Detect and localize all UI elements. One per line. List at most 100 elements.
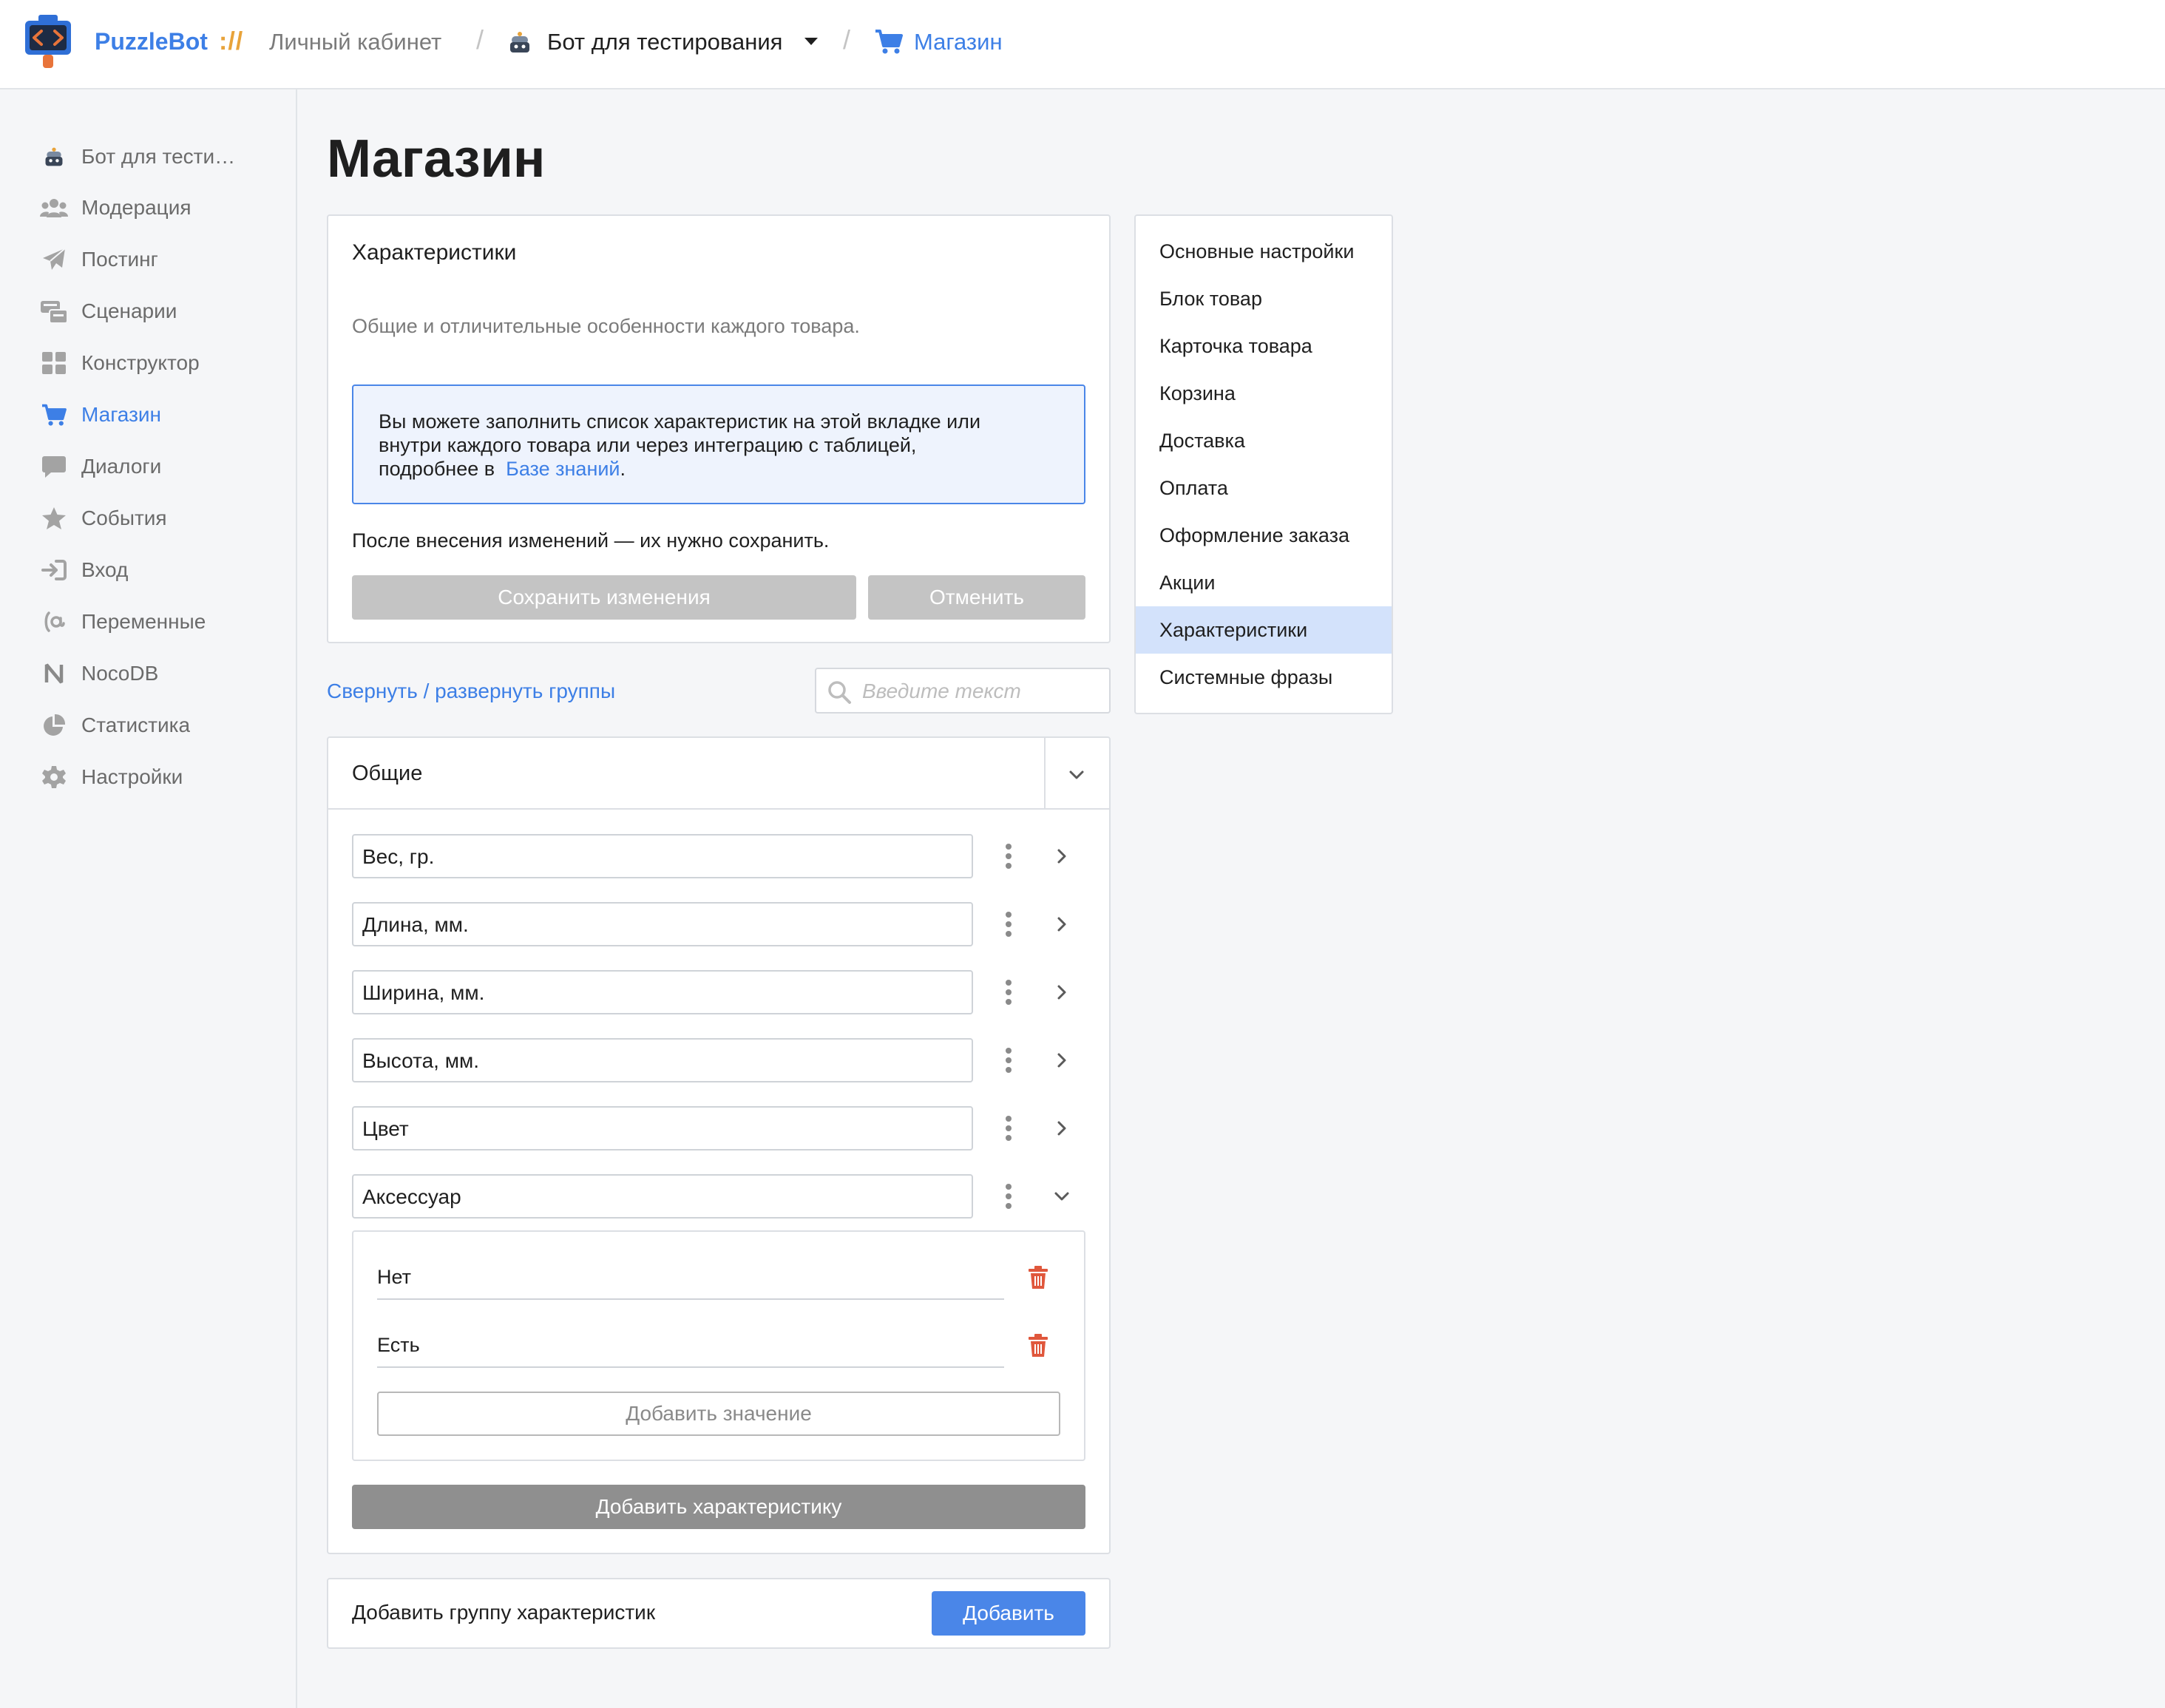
characteristic-name-input[interactable]	[362, 1115, 961, 1143]
scenario-icon	[40, 299, 68, 324]
sidebar-item-nocodb[interactable]: NocoDB	[40, 656, 291, 691]
info-alert: Вы можете заполнить список характеристик…	[352, 384, 1085, 504]
breadcrumb-shop[interactable]: Магазин	[914, 27, 1003, 57]
expand-chevron-icon[interactable]	[1053, 915, 1071, 933]
info-text-line: внутри каждого товара или через интеграц…	[379, 434, 917, 456]
gear-icon	[40, 765, 68, 790]
characteristic-name-input[interactable]	[362, 1047, 961, 1075]
users-icon	[40, 195, 68, 220]
sidebar-item-posting[interactable]: Постинг	[40, 242, 291, 277]
trash-icon[interactable]	[1028, 1266, 1048, 1290]
sidebar-item-shop[interactable]: Магазин	[40, 397, 291, 433]
sidebar-item-label: Статистика	[81, 714, 191, 736]
sidebar-item-label: Сценарии	[81, 299, 177, 322]
group-name[interactable]: Общие	[352, 760, 422, 787]
characteristic-name-input[interactable]	[362, 843, 961, 871]
settings-nav-item-cart[interactable]: Корзина	[1136, 370, 1392, 417]
sidebar-item-label: События	[81, 506, 167, 529]
breadcrumb-bot-selector[interactable]: Бот для тестирования	[547, 27, 782, 57]
sidebar	[0, 89, 297, 1708]
sidebar-item-label: Настройки	[81, 765, 183, 788]
brand-name[interactable]: PuzzleBot	[95, 27, 208, 56]
settings-nav-item-promotions[interactable]: Акции	[1136, 559, 1392, 606]
star-icon	[40, 506, 68, 531]
characteristic-field[interactable]	[352, 1106, 973, 1150]
settings-nav-item-main[interactable]: Основные настройки	[1136, 228, 1392, 275]
sidebar-item-statistics[interactable]: Статистика	[40, 708, 291, 743]
add-value-button[interactable]: Добавить значение	[377, 1392, 1060, 1436]
sidebar-item-label: Вход	[81, 558, 129, 581]
sidebar-item-dialogs[interactable]: Диалоги	[40, 449, 291, 484]
group-collapse-chevron-icon[interactable]	[1068, 766, 1085, 784]
sidebar-item-label: Переменные	[81, 610, 206, 633]
sidebar-item-label: Бот для тести…	[81, 145, 236, 168]
sidebar-item-login[interactable]: Вход	[40, 552, 291, 588]
add-group-button[interactable]: Добавить	[932, 1591, 1085, 1636]
add-characteristic-button[interactable]: Добавить характеристику	[352, 1485, 1085, 1529]
characteristic-field[interactable]	[352, 834, 973, 878]
sidebar-item-bot[interactable]: Бот для тести…	[40, 139, 291, 174]
expand-chevron-icon[interactable]	[1053, 847, 1071, 865]
more-options-icon[interactable]	[1003, 1183, 1014, 1210]
more-options-icon[interactable]	[1003, 911, 1014, 938]
settings-nav-item-system-phrases[interactable]: Системные фразы	[1136, 654, 1392, 701]
knowledge-base-link[interactable]: Базе знаний	[506, 458, 620, 480]
settings-nav-item-product-card[interactable]: Карточка товара	[1136, 322, 1392, 370]
characteristic-field[interactable]	[352, 1038, 973, 1082]
collapse-chevron-icon[interactable]	[1053, 1187, 1071, 1205]
sidebar-item-moderation[interactable]: Модерация	[40, 190, 291, 226]
cancel-button[interactable]: Отменить	[868, 575, 1085, 620]
characteristic-field[interactable]	[352, 970, 973, 1014]
value-row[interactable]	[377, 1255, 1004, 1300]
page-title: Магазин	[327, 129, 546, 189]
expand-chevron-icon[interactable]	[1053, 1119, 1071, 1137]
search-field[interactable]	[815, 668, 1111, 714]
trash-icon[interactable]	[1028, 1334, 1048, 1358]
settings-nav-item-product-block[interactable]: Блок товар	[1136, 275, 1392, 322]
sidebar-item-constructor[interactable]: Конструктор	[40, 345, 291, 381]
more-options-icon[interactable]	[1003, 843, 1014, 870]
breadcrumb-divider: /	[476, 24, 484, 55]
bot-avatar-icon	[509, 30, 531, 55]
save-changes-button[interactable]: Сохранить изменения	[352, 575, 856, 620]
value-input[interactable]	[377, 1331, 983, 1359]
value-row[interactable]	[377, 1324, 1004, 1368]
characteristic-field[interactable]	[352, 902, 973, 946]
more-options-icon[interactable]	[1003, 979, 1014, 1006]
value-input[interactable]	[377, 1263, 983, 1291]
settings-nav-item-payment[interactable]: Оплата	[1136, 464, 1392, 512]
caret-down-icon[interactable]	[803, 35, 819, 47]
expand-chevron-icon[interactable]	[1053, 983, 1071, 1001]
info-text-suffix: .	[620, 458, 626, 480]
search-input[interactable]	[862, 677, 1099, 706]
characteristic-field[interactable]	[352, 1174, 973, 1219]
info-text-line: подробнее в Базе знаний.	[379, 457, 626, 481]
characteristic-name-input[interactable]	[362, 911, 961, 939]
add-group-label: Добавить группу характеристик	[352, 1601, 656, 1624]
sidebar-item-variables[interactable]: Переменные	[40, 604, 291, 640]
sign-in-icon	[40, 558, 68, 583]
chat-icon	[40, 454, 68, 479]
expand-chevron-icon[interactable]	[1053, 1051, 1071, 1069]
nocodb-icon	[40, 661, 68, 686]
sidebar-item-events[interactable]: События	[40, 501, 291, 536]
characteristic-name-input[interactable]	[362, 979, 961, 1007]
paper-plane-icon	[40, 247, 68, 272]
settings-nav-item-delivery[interactable]: Доставка	[1136, 417, 1392, 464]
cart-icon	[874, 28, 904, 55]
pie-chart-icon	[40, 713, 68, 738]
sidebar-item-scenarios[interactable]: Сценарии	[40, 294, 291, 329]
save-notice: После внесения изменений — их нужно сохр…	[352, 529, 830, 552]
card-description: Общие и отличительные особенности каждог…	[352, 315, 860, 337]
settings-nav-item-characteristics[interactable]: Характеристики	[1136, 606, 1392, 654]
more-options-icon[interactable]	[1003, 1115, 1014, 1142]
sidebar-item-settings[interactable]: Настройки	[40, 759, 291, 795]
bot-avatar-icon	[40, 144, 68, 169]
characteristic-name-input[interactable]	[362, 1183, 961, 1211]
breadcrumb-cabinet[interactable]: Личный кабинет	[269, 27, 441, 57]
group-header-divider	[327, 808, 1111, 810]
settings-nav-item-checkout[interactable]: Оформление заказа	[1136, 512, 1392, 559]
more-options-icon[interactable]	[1003, 1047, 1014, 1074]
puzzlebot-logo[interactable]	[24, 15, 72, 70]
toggle-groups-link[interactable]: Свернуть / развернуть группы	[327, 679, 615, 704]
